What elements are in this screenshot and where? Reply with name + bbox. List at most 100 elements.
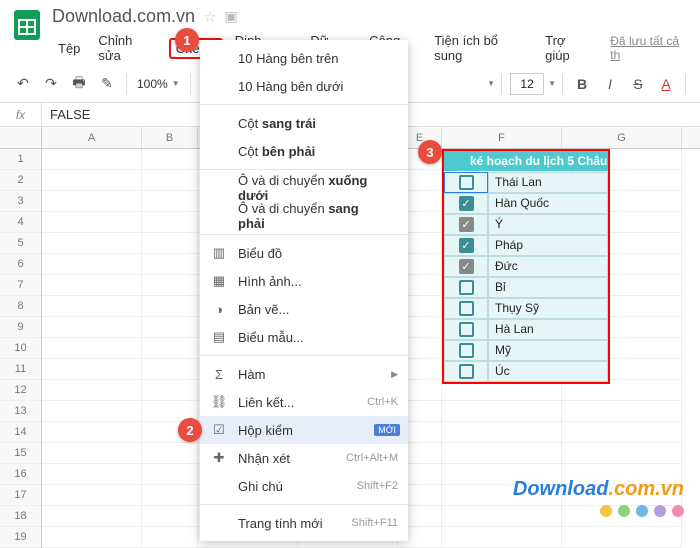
- value-cell[interactable]: Úc: [488, 361, 608, 382]
- zoom-select[interactable]: 100%▼: [133, 77, 184, 91]
- table-row: Mỹ: [444, 340, 608, 361]
- col-header[interactable]: B: [142, 127, 198, 148]
- menu-addons[interactable]: Tiện ích bổ sung: [428, 31, 533, 65]
- label: Ô và di chuyển xuống dưới: [238, 173, 380, 203]
- checkbox-cell[interactable]: [444, 277, 488, 298]
- font-size-input[interactable]: 12: [510, 73, 544, 95]
- label: Hộp kiểm: [238, 423, 380, 438]
- menu-chart[interactable]: ▥Biểu đồ: [200, 239, 408, 267]
- value-cell[interactable]: Thụy Sỹ: [488, 298, 608, 319]
- row-header[interactable]: 13: [0, 401, 41, 422]
- undo-button[interactable]: ↶: [10, 71, 36, 97]
- insert-menu-dropdown: 10 Hàng bên trên 10 Hàng bên dưới Cột sa…: [200, 40, 408, 541]
- menu-checkbox[interactable]: ☑Hộp kiểmMỚI: [200, 416, 408, 444]
- value-cell[interactable]: Pháp: [488, 235, 608, 256]
- menu-column-left[interactable]: Cột sang trái: [200, 109, 408, 137]
- value-cell[interactable]: Đức: [488, 256, 608, 277]
- table-header[interactable]: ké hoạch du lịch 5 Châu: [444, 151, 608, 172]
- menu-drawing[interactable]: ◑Bản vẽ...: [200, 295, 408, 323]
- row-header[interactable]: 14: [0, 422, 41, 443]
- table-row: Úc: [444, 361, 608, 382]
- redo-button[interactable]: ↷: [38, 71, 64, 97]
- strikethrough-button[interactable]: S: [625, 71, 651, 97]
- col-header[interactable]: G: [562, 127, 682, 148]
- value-cell[interactable]: Thái Lan: [488, 172, 608, 193]
- row-header[interactable]: 18: [0, 506, 41, 527]
- menu-comment[interactable]: ✚Nhận xétCtrl+Alt+M: [200, 444, 408, 472]
- menu-file[interactable]: Tệp: [52, 39, 86, 58]
- menu-column-right[interactable]: Cột bên phải: [200, 137, 408, 165]
- checkbox-icon: [459, 175, 474, 190]
- row-header[interactable]: 9: [0, 317, 41, 338]
- menu-help[interactable]: Trợ giúp: [539, 31, 598, 65]
- value-cell[interactable]: Hà Lan: [488, 319, 608, 340]
- checkbox-cell[interactable]: ✓: [444, 214, 488, 235]
- row-header[interactable]: 8: [0, 296, 41, 317]
- chevron-down-icon: ▼: [487, 79, 495, 88]
- menu-function[interactable]: ΣHàm▶: [200, 360, 408, 388]
- row-header[interactable]: 17: [0, 485, 41, 506]
- form-icon: ▤: [210, 329, 228, 345]
- formula-value[interactable]: FALSE: [42, 107, 90, 122]
- menu-image[interactable]: ▦Hình ảnh...: [200, 267, 408, 295]
- menu-rows-below[interactable]: 10 Hàng bên dưới: [200, 72, 408, 100]
- value-cell[interactable]: Ý: [488, 214, 608, 235]
- checkbox-cell[interactable]: [444, 298, 488, 319]
- document-title[interactable]: Download.com.vn: [52, 6, 195, 27]
- checkbox-cell[interactable]: [444, 172, 488, 193]
- watermark-text-1: Download: [513, 478, 609, 500]
- paint-format-button[interactable]: ✎: [94, 71, 120, 97]
- star-icon[interactable]: ☆: [203, 8, 216, 26]
- checkbox-icon: [459, 280, 474, 295]
- data-range: ké hoạch du lịch 5 Châu Thái Lan✓Hàn Quố…: [442, 149, 610, 384]
- menu-link[interactable]: ⛓Liên kết...Ctrl+K: [200, 388, 408, 416]
- row-header[interactable]: 10: [0, 338, 41, 359]
- dot-icon: [618, 505, 630, 517]
- bold-button[interactable]: B: [569, 71, 595, 97]
- shortcut: Ctrl+Alt+M: [346, 452, 398, 464]
- value-cell[interactable]: Bỉ: [488, 277, 608, 298]
- row-header[interactable]: 15: [0, 443, 41, 464]
- checkbox-cell[interactable]: ✓: [444, 235, 488, 256]
- checkbox-cell[interactable]: [444, 361, 488, 382]
- checkbox-cell[interactable]: [444, 319, 488, 340]
- row-header[interactable]: 5: [0, 233, 41, 254]
- col-header[interactable]: A: [42, 127, 142, 148]
- row-header[interactable]: 12: [0, 380, 41, 401]
- italic-button[interactable]: I: [597, 71, 623, 97]
- menu-note[interactable]: Ghi chúShift+F2: [200, 472, 408, 500]
- checkbox-cell[interactable]: [444, 340, 488, 361]
- chevron-right-icon: ▶: [391, 369, 398, 380]
- row-header[interactable]: 2: [0, 170, 41, 191]
- row-header[interactable]: 7: [0, 275, 41, 296]
- value-cell[interactable]: Mỹ: [488, 340, 608, 361]
- shortcut: Shift+F11: [351, 517, 398, 529]
- menu-cells-shift-right[interactable]: Ô và di chuyển sang phải: [200, 202, 408, 230]
- watermark: Download.com.vn: [513, 478, 684, 517]
- value-cell[interactable]: Hàn Quốc: [488, 193, 608, 214]
- row-header[interactable]: 1: [0, 149, 41, 170]
- row-header[interactable]: 4: [0, 212, 41, 233]
- col-header[interactable]: F: [442, 127, 562, 148]
- menu-rows-above[interactable]: 10 Hàng bên trên: [200, 44, 408, 72]
- row-header[interactable]: 19: [0, 527, 41, 548]
- row-header[interactable]: 6: [0, 254, 41, 275]
- table-row: ✓Pháp: [444, 235, 608, 256]
- menu-new-sheet[interactable]: Trang tính mớiShift+F11: [200, 509, 408, 537]
- checkbox-cell[interactable]: ✓: [444, 193, 488, 214]
- table-row: ✓Hàn Quốc: [444, 193, 608, 214]
- table-row: Thụy Sỹ: [444, 298, 608, 319]
- menu-cells-shift-down[interactable]: Ô và di chuyển xuống dưới: [200, 174, 408, 202]
- print-button[interactable]: 🖶: [66, 71, 92, 97]
- folder-icon[interactable]: ▣: [225, 8, 238, 25]
- checkbox-cell[interactable]: ✓: [444, 256, 488, 277]
- menu-edit[interactable]: Chỉnh sửa: [92, 31, 162, 65]
- zoom-value: 100%: [137, 77, 168, 91]
- menu-form[interactable]: ▤Biểu mẫu...: [200, 323, 408, 351]
- row-header[interactable]: 3: [0, 191, 41, 212]
- last-save-text[interactable]: Đã lưu tất cả th: [610, 34, 690, 62]
- row-header[interactable]: 16: [0, 464, 41, 485]
- text-color-button[interactable]: A: [653, 71, 679, 97]
- row-header[interactable]: 11: [0, 359, 41, 380]
- dot-icon: [600, 505, 612, 517]
